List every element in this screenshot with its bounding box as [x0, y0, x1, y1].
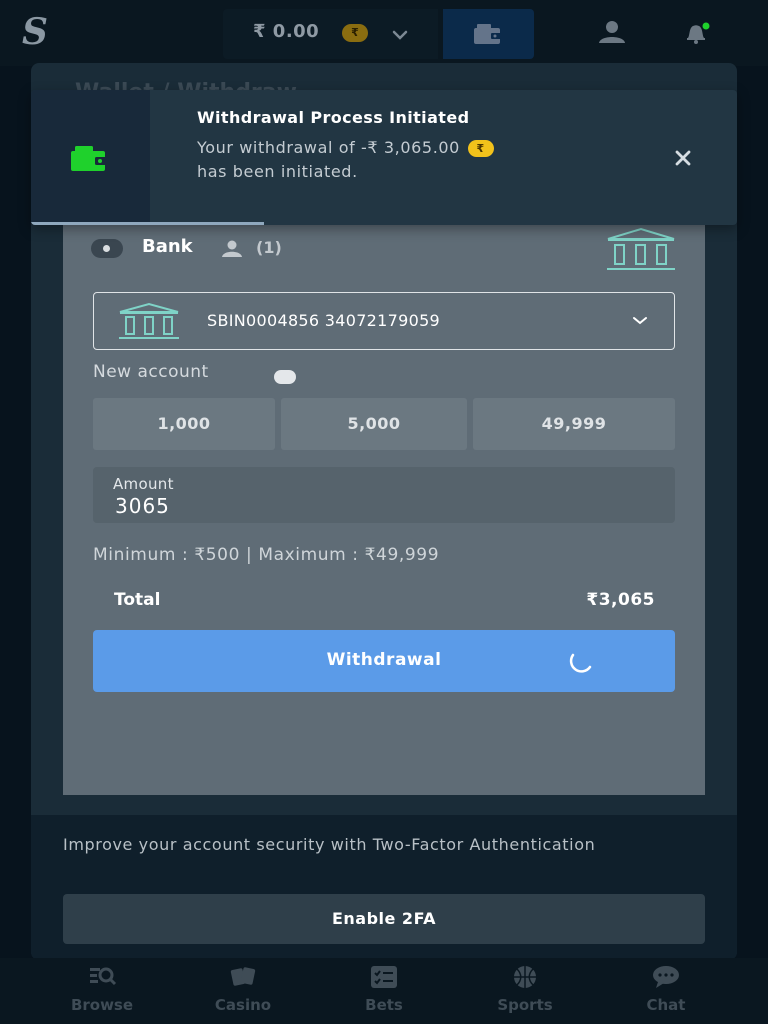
wallet-icon — [71, 146, 109, 171]
withdrawal-button[interactable]: Withdrawal — [93, 630, 675, 692]
bank-account-select[interactable]: SBIN0004856 34072179059 — [93, 292, 675, 350]
bets-icon — [371, 966, 397, 988]
toast-title: Withdrawal Process Initiated — [197, 108, 470, 127]
sports-icon — [514, 966, 536, 988]
bank-icon — [119, 302, 179, 339]
preset-amount-button[interactable]: 1,000 — [93, 398, 275, 450]
toast-message-suffix: has been initiated. — [197, 162, 358, 181]
nav-label: Sports — [497, 996, 553, 1014]
notification-bell-icon[interactable] — [682, 20, 710, 44]
currency-coin-icon: ₹ — [467, 140, 494, 157]
loading-spinner-icon — [569, 653, 592, 673]
nav-browse[interactable]: Browse — [47, 964, 157, 1014]
bank-radio[interactable] — [91, 239, 123, 258]
toast-message: Your withdrawal of -₹ 3,065.00 ₹ has bee… — [197, 136, 527, 184]
preset-amount-button[interactable]: 49,999 — [473, 398, 675, 450]
casino-icon — [230, 967, 256, 986]
nav-label: Bets — [365, 996, 403, 1014]
toast-icon-panel — [31, 90, 150, 225]
nav-sports[interactable]: Sports — [470, 964, 580, 1014]
bottom-navigation: Browse Casino Bets Sports Chat — [0, 958, 768, 1024]
withdrawal-toast: Withdrawal Process Initiated Your withdr… — [31, 90, 737, 225]
currency-coin-icon: ₹ — [342, 24, 368, 42]
amount-value[interactable]: 3065 — [115, 494, 170, 518]
person-icon — [222, 240, 242, 257]
wallet-icon — [474, 24, 501, 44]
security-section: Improve your account security with Two-F… — [31, 815, 737, 960]
withdraw-card: Bank (1) SBIN0004856 34072179059 New acc… — [63, 213, 705, 795]
total-label: Total — [114, 590, 161, 610]
chevron-down-icon — [392, 30, 408, 40]
enable-2fa-button[interactable]: Enable 2FA — [63, 894, 705, 944]
amount-input[interactable]: Amount 3065 — [93, 467, 675, 523]
bank-icon — [607, 227, 675, 270]
selected-account: SBIN0004856 34072179059 — [207, 311, 441, 330]
bank-count: (1) — [256, 238, 282, 257]
new-account-toggle[interactable] — [274, 370, 296, 384]
wallet-button[interactable] — [443, 9, 534, 59]
toast-message-prefix: Your withdrawal of -₹ 3,065.00 — [197, 138, 460, 157]
brand-logo[interactable]: S — [22, 12, 54, 52]
browse-icon — [90, 967, 117, 986]
close-icon[interactable] — [671, 146, 695, 170]
amount-label: Amount — [113, 475, 174, 493]
balance-amount: ₹ 0.00 — [253, 21, 320, 42]
top-bar: S ₹ 0.00 ₹ — [0, 0, 768, 66]
nav-label: Browse — [70, 996, 134, 1014]
balance-dropdown[interactable]: ₹ 0.00 ₹ — [223, 9, 438, 59]
bank-label: Bank — [142, 236, 193, 257]
new-account-label[interactable]: New account — [93, 362, 209, 382]
security-message: Improve your account security with Two-F… — [63, 835, 596, 854]
toast-progress-bar — [31, 222, 264, 225]
user-icon[interactable] — [597, 20, 627, 44]
chevron-down-icon — [633, 317, 647, 325]
total-value: ₹3,065 — [586, 590, 655, 610]
nav-label: Chat — [646, 996, 686, 1014]
preset-amount-button[interactable]: 5,000 — [281, 398, 467, 450]
nav-chat[interactable]: Chat — [611, 964, 721, 1014]
nav-label: Casino — [214, 996, 272, 1014]
amount-limits: Minimum : ₹500 | Maximum : ₹49,999 — [93, 545, 440, 565]
nav-bets[interactable]: Bets — [329, 964, 439, 1014]
chat-icon — [653, 966, 679, 988]
nav-casino[interactable]: Casino — [188, 964, 298, 1014]
